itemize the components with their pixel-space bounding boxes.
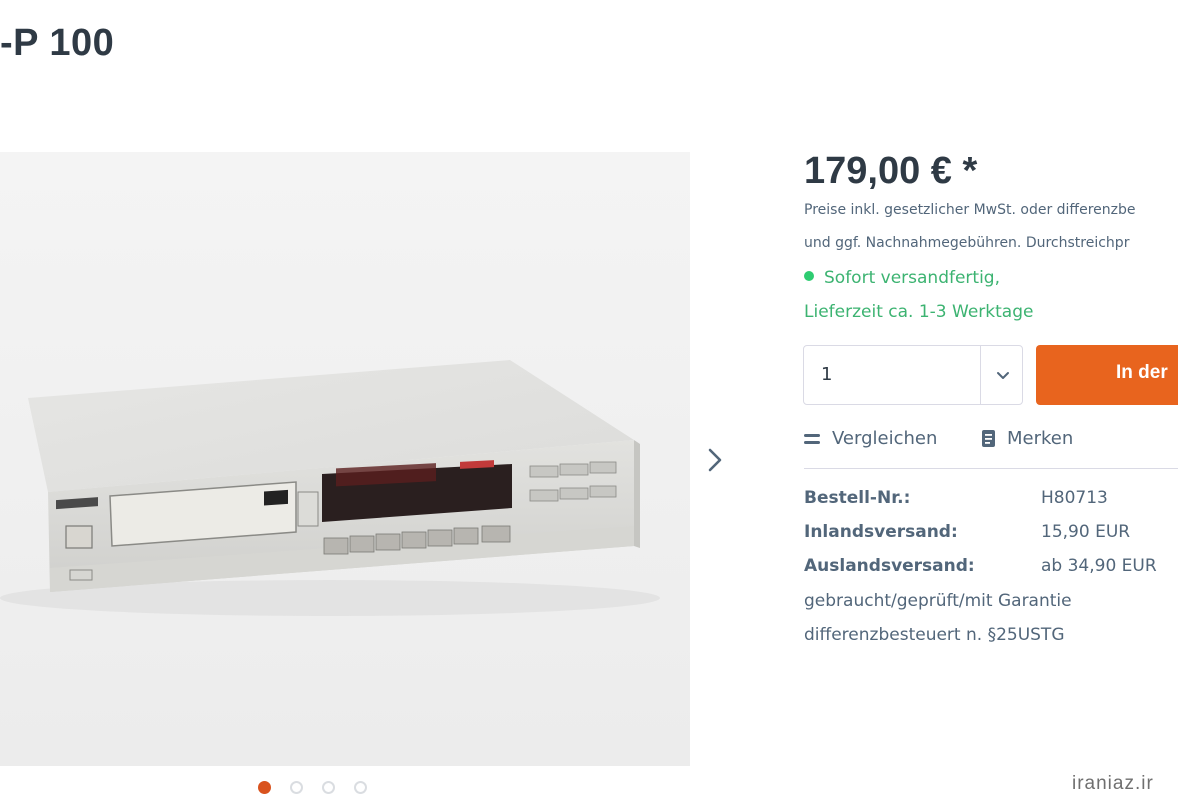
gallery-dot-4[interactable] (354, 781, 367, 794)
quantity-select[interactable]: 1 (803, 345, 1023, 405)
domestic-shipping-label: Inlandsversand: (804, 522, 958, 542)
add-to-cart-label: In der (1116, 362, 1168, 383)
product-photo (0, 152, 690, 766)
gallery-pagination (258, 781, 367, 794)
add-to-cart-button[interactable]: In der (1036, 345, 1178, 405)
chevron-down-icon (997, 372, 1009, 379)
tax-notice-line-1: Preise inkl. gesetzlicher MwSt. oder dif… (804, 202, 1136, 218)
product-title: -P 100 (0, 22, 115, 64)
divider (804, 468, 1178, 469)
in-stock-dot-icon (804, 271, 814, 281)
quantity-divider (980, 346, 981, 404)
product-image-gallery[interactable] (0, 152, 690, 766)
gallery-dot-1[interactable] (258, 781, 271, 794)
remember-link[interactable]: Merken (982, 428, 1073, 449)
delivery-time: Lieferzeit ca. 1-3 Werktage (804, 302, 1034, 322)
order-number-label: Bestell-Nr.: (804, 488, 911, 508)
order-number-value: H80713 (1041, 488, 1108, 508)
gallery-next-button[interactable] (700, 440, 730, 480)
condition-note: gebraucht/geprüft/mit Garantie (804, 591, 1072, 611)
watermark: iraniaz.ir (1072, 773, 1154, 794)
tax-scheme-note: differenzbesteuert n. §25USTG (804, 625, 1065, 645)
domestic-shipping-value: 15,90 EUR (1041, 522, 1131, 542)
product-price: 179,00 € * (804, 150, 978, 192)
gallery-dot-2[interactable] (290, 781, 303, 794)
compare-icon (804, 433, 820, 444)
remember-label: Merken (1007, 428, 1074, 449)
notepad-icon (982, 430, 995, 447)
delivery-status-text: Sofort versandfertig, (824, 268, 1001, 288)
chevron-right-icon (708, 448, 722, 472)
delivery-status: Sofort versandfertig, (804, 268, 1000, 288)
compare-label: Vergleichen (832, 428, 938, 449)
compare-link[interactable]: Vergleichen (804, 428, 937, 449)
tax-notice-line-2: und ggf. Nachnahmegebühren. Durchstreich… (804, 235, 1130, 251)
international-shipping-label: Auslandsversand: (804, 556, 975, 576)
gallery-dot-3[interactable] (322, 781, 335, 794)
international-shipping-value: ab 34,90 EUR (1041, 556, 1157, 576)
quantity-value: 1 (821, 364, 833, 385)
